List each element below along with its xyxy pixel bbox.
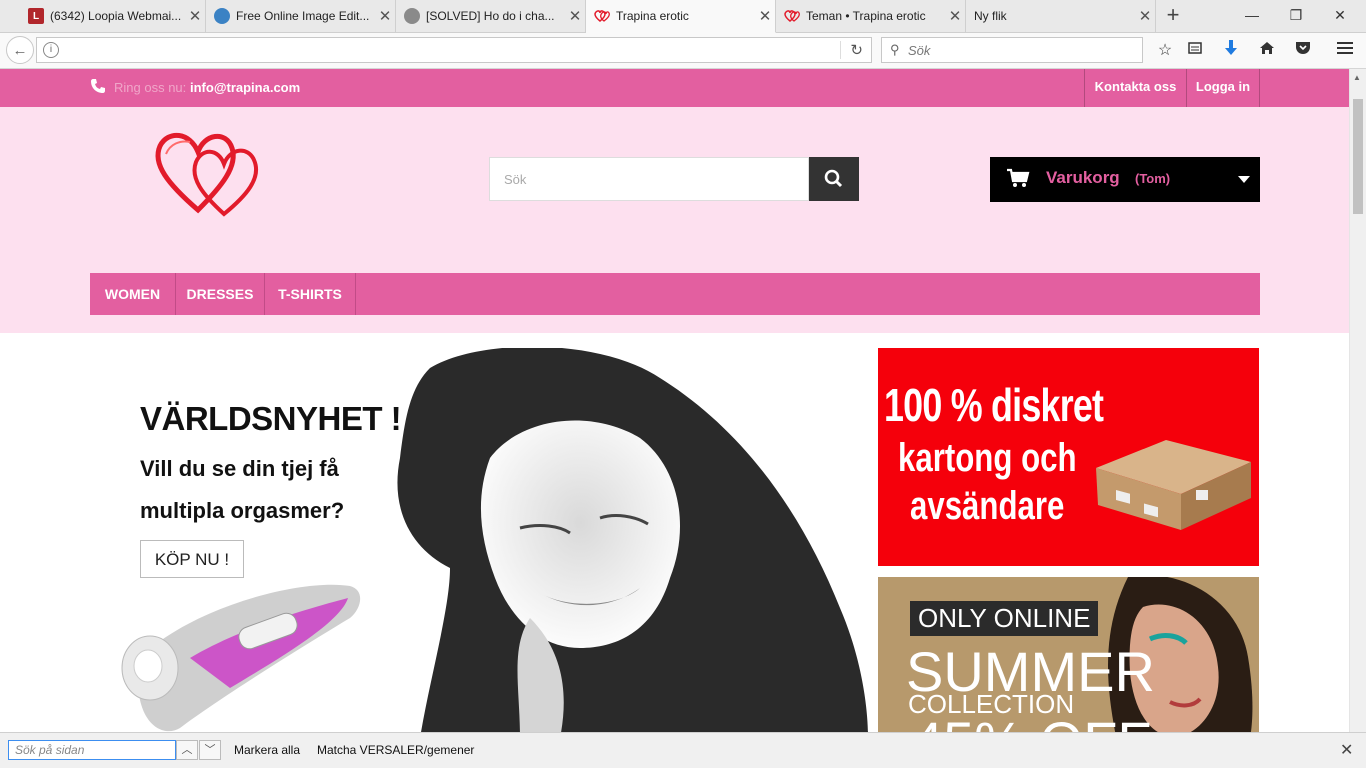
close-tab-icon[interactable]: ✕ [1135,7,1155,25]
tab-bar: L (6342) Loopia Webmai... ✕ Free Online … [0,0,1366,33]
site-search-button[interactable] [809,157,859,201]
site-logo[interactable] [150,122,280,222]
close-tab-icon[interactable]: ✕ [945,7,965,25]
cart-button[interactable]: Varukorg (Tom) [990,157,1260,202]
shipping-box-icon [1096,440,1251,530]
shopping-cart-icon [1006,168,1030,188]
main-menu: WOMEN DRESSES T-SHIRTS [90,273,1260,315]
home-icon[interactable] [1256,40,1278,62]
site-search-placeholder: Sök [504,172,527,187]
hero-subline-1: Vill du se din tjej få [140,456,339,481]
image-editor-icon [214,8,230,24]
search-icon [824,169,843,188]
tab-title: Trapina erotic [616,9,689,23]
site-header: Sök Varukorg (Tom) WOMEN DRESSES T-SHIRT… [0,107,1349,333]
chevron-down-icon [1238,176,1250,183]
restore-button[interactable]: ❐ [1276,4,1316,26]
ring-label: Ring oss nu: [114,80,187,95]
promo1-line-2: kartong och [898,436,1077,480]
new-tab-button[interactable]: + [1160,4,1186,28]
site-search-input[interactable]: Sök [489,157,809,201]
discount-text: 45% OFF [912,709,1152,732]
find-bar: Sök på sidan ︿ ﹀ Markera alla Matcha VER… [0,732,1366,768]
tab-forum[interactable]: [SOLVED] Ho do i cha... ✕ [396,0,586,32]
page-viewport: Ring oss nu: info@trapina.com Kontakta o… [0,69,1349,732]
find-previous-button[interactable]: ︿ [176,740,198,760]
find-next-button[interactable]: ﹀ [199,740,221,760]
scroll-up-icon[interactable]: ▲ [1353,73,1361,82]
tab-title: Teman • Trapina erotic [806,9,926,23]
tab-image-editor[interactable]: Free Online Image Edit... ✕ [206,0,396,32]
navigation-toolbar: ← i ↻ ⚲ Sök ☆ [0,33,1366,69]
highlight-all-option[interactable]: Markera alla [234,743,300,757]
search-icon: ⚲ [890,42,900,57]
close-tab-icon[interactable]: ✕ [375,7,395,25]
scrollbar-thumb[interactable] [1353,99,1363,214]
hero-headline: VÄRLDSNYHET ! [140,400,402,437]
phone-icon [90,78,106,94]
close-icon[interactable]: ✕ [1340,740,1353,760]
downloads-icon[interactable] [1220,40,1242,62]
forum-icon [404,8,420,24]
site-info-icon[interactable]: i [43,42,59,58]
tab-title: Ny flik [974,9,1007,23]
menu-item-dresses[interactable]: DRESSES [176,273,265,315]
tab-title: [SOLVED] Ho do i cha... [426,9,555,23]
close-tab-icon[interactable]: ✕ [185,7,205,25]
site-topbar: Ring oss nu: info@trapina.com Kontakta o… [0,69,1349,107]
tab-title: Free Online Image Edit... [236,9,370,23]
hearts-icon [594,8,610,24]
find-input[interactable]: Sök på sidan [8,740,176,760]
menu-item-t-shirts[interactable]: T-SHIRTS [265,273,356,315]
browser-search-field[interactable]: ⚲ Sök [881,37,1143,63]
url-bar[interactable]: i ↻ [36,37,872,63]
promo1-line-1: 100 % diskret [884,379,1104,431]
tab-title: (6342) Loopia Webmai... [50,9,182,23]
loopia-icon: L [28,8,44,24]
tab-loopia[interactable]: L (6342) Loopia Webmai... ✕ [20,0,206,32]
reload-icon[interactable]: ↻ [850,41,863,59]
promo-discreet-banner[interactable]: 100 % diskret kartong och avsändare [878,348,1259,566]
promo-summer-banner[interactable]: ONLY ONLINE SUMMER COLLECTION 45% OFF [878,577,1259,732]
pocket-icon[interactable] [1292,40,1314,62]
vertical-scrollbar[interactable]: ▲ [1349,69,1366,732]
menu-hamburger-icon[interactable] [1334,40,1356,62]
url-separator [840,41,841,59]
buy-now-button[interactable]: KÖP NU ! [140,540,244,578]
back-button[interactable]: ← [6,36,34,64]
close-tab-icon[interactable]: ✕ [755,7,775,25]
minimize-button[interactable]: — [1232,4,1272,26]
match-case-option[interactable]: Matcha VERSALER/gemener [317,743,474,757]
tab-new[interactable]: Ny flik ✕ [966,0,1156,32]
hearts-icon [784,8,800,24]
close-window-button[interactable]: ✕ [1320,4,1360,26]
bookmark-star-icon[interactable]: ☆ [1154,40,1176,62]
reading-list-icon[interactable] [1184,40,1206,62]
email-link[interactable]: info@trapina.com [190,80,300,95]
cart-label: Varukorg [1046,168,1120,187]
contact-link[interactable]: Kontakta oss [1084,69,1186,107]
browser-search-placeholder: Sök [908,43,931,58]
hero-banner[interactable]: VÄRLDSNYHET ! Vill du se din tjej få mul… [100,348,868,732]
menu-item-women[interactable]: WOMEN [90,273,176,315]
tab-trapina-erotic[interactable]: Trapina erotic ✕ [586,0,776,33]
close-tab-icon[interactable]: ✕ [565,7,585,25]
hero-subline-2: multipla orgasmer? [140,498,345,523]
tab-teman[interactable]: Teman • Trapina erotic ✕ [776,0,966,32]
only-online-tag: ONLY ONLINE [910,601,1099,636]
promo1-line-3: avsändare [910,484,1065,528]
cart-quantity: (Tom) [1135,171,1171,186]
login-link[interactable]: Logga in [1186,69,1260,107]
